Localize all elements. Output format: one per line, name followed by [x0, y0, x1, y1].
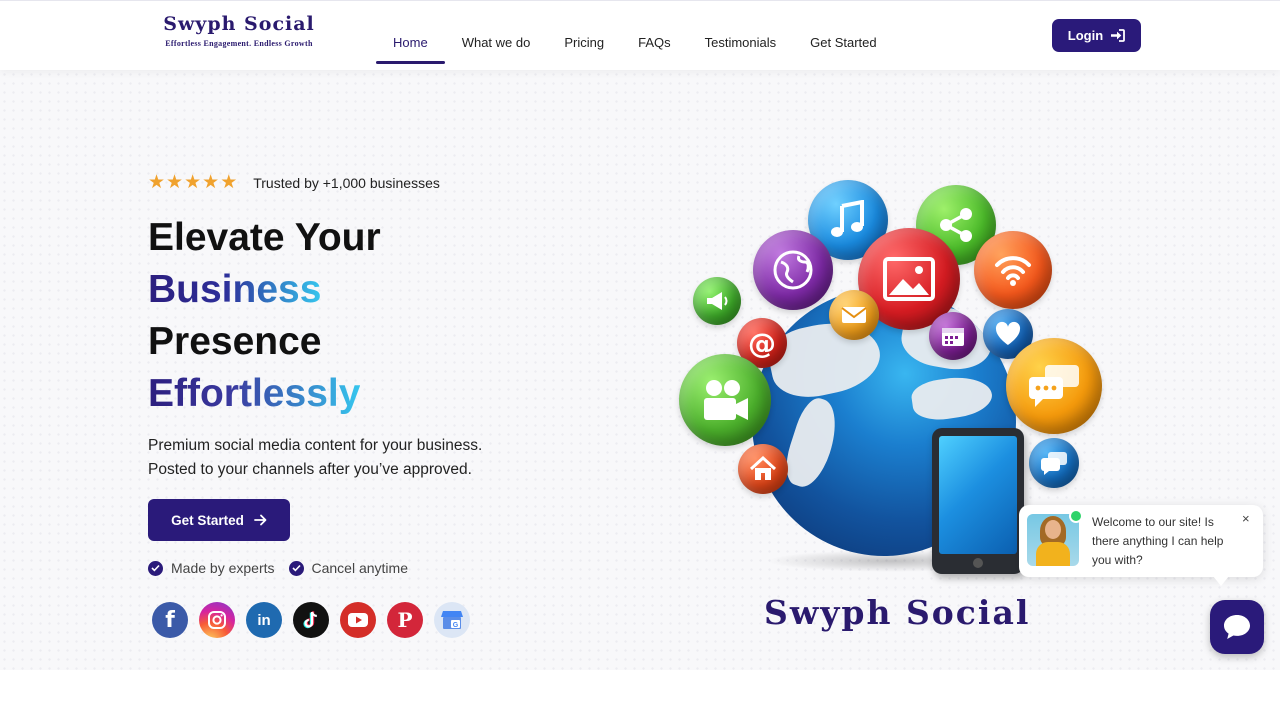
get-started-button[interactable]: Get Started	[148, 499, 290, 541]
globe-icon	[753, 230, 833, 310]
check-label: Cancel anytime	[311, 560, 409, 576]
nav-get-started[interactable]: Get Started	[793, 8, 893, 64]
subtext-line-2: Posted to your channels after you’ve app…	[148, 461, 472, 478]
tablet-device	[932, 428, 1024, 574]
nav-home[interactable]: Home	[376, 8, 445, 64]
chat-bubbles-icon	[1006, 338, 1102, 434]
youtube-icon[interactable]	[340, 602, 376, 638]
google-business-icon[interactable]: G	[434, 602, 470, 638]
online-status-icon	[1069, 509, 1083, 523]
tablet-screen	[939, 436, 1017, 554]
site-header: Swyph Social Effortless Engagement. Endl…	[0, 0, 1280, 70]
sign-in-icon	[1111, 29, 1126, 42]
instagram-icon[interactable]	[199, 602, 235, 638]
logo[interactable]: Swyph Social Effortless Engagement. Endl…	[154, 13, 324, 48]
headline-line-4: Effortlessly	[148, 368, 360, 420]
home-icon	[738, 444, 788, 494]
star-icon: ★	[220, 172, 238, 193]
login-button-label: Login	[1067, 28, 1104, 43]
pinterest-icon[interactable]: P	[387, 602, 423, 638]
nav-faqs[interactable]: FAQs	[621, 8, 688, 64]
chat-bubble-icon	[1224, 615, 1250, 639]
linkedin-icon[interactable]: in	[246, 602, 282, 638]
nav-what-we-do[interactable]: What we do	[445, 8, 548, 64]
megaphone-icon	[693, 277, 741, 325]
arrow-right-icon	[253, 514, 267, 526]
nav-testimonials[interactable]: Testimonials	[688, 8, 794, 64]
hero-headline: Elevate Your Business Presence Effortles…	[148, 212, 381, 420]
check-circle-icon	[288, 560, 304, 576]
subtext-line-1: Premium social media content for your bu…	[148, 437, 483, 454]
check-label: Made by experts	[171, 560, 275, 576]
headline-line-2: Business	[148, 264, 321, 316]
logo-name: Swyph Social	[163, 13, 315, 35]
star-icon: ★	[202, 172, 220, 193]
logo-tagline: Effortless Engagement. Endless Growth	[165, 39, 313, 48]
svg-text:G: G	[453, 622, 459, 629]
tiktok-icon[interactable]	[293, 602, 329, 638]
star-icon: ★	[148, 172, 166, 193]
check-made-by-experts: Made by experts	[148, 560, 275, 576]
message-icon	[1029, 438, 1079, 488]
headline-line-1: Elevate Your	[148, 216, 381, 259]
login-button[interactable]: Login	[1052, 19, 1141, 52]
main-nav: Home What we do Pricing FAQs Testimonial…	[376, 1, 894, 71]
chat-welcome-popup[interactable]: Welcome to our site! Is there anything I…	[1019, 505, 1263, 577]
trust-rating: ★ ★ ★ ★ ★ Trusted by +1,000 businesses	[148, 173, 440, 192]
illustration-brand-text: Swyph Social	[764, 593, 1031, 632]
headline-line-3: Presence	[148, 320, 322, 363]
star-icon: ★	[184, 172, 202, 193]
check-circle-icon	[148, 560, 163, 576]
social-icons: f in P G	[152, 602, 470, 638]
chat-launcher-button[interactable]	[1210, 600, 1264, 654]
tablet-home-button	[973, 558, 983, 568]
nav-pricing[interactable]: Pricing	[547, 8, 621, 64]
rating-stars: ★ ★ ★ ★ ★	[148, 173, 237, 192]
calendar-icon	[929, 312, 977, 360]
get-started-label: Get Started	[171, 512, 244, 528]
check-cancel-anytime: Cancel anytime	[288, 560, 409, 576]
hero-subtext: Premium social media content for your bu…	[148, 434, 482, 482]
chat-message: Welcome to our site! Is there anything I…	[1092, 515, 1224, 567]
facebook-icon[interactable]: f	[152, 602, 188, 638]
star-icon: ★	[166, 172, 184, 193]
feature-checks: Made by experts Cancel anytime	[148, 560, 408, 576]
video-camera-icon	[679, 354, 771, 446]
trusted-text: Trusted by +1,000 businesses	[253, 174, 440, 191]
chat-popup-tail	[1213, 576, 1229, 586]
chat-close-icon[interactable]: ×	[1242, 511, 1250, 526]
mail-icon	[829, 290, 879, 340]
wifi-icon	[974, 231, 1052, 309]
